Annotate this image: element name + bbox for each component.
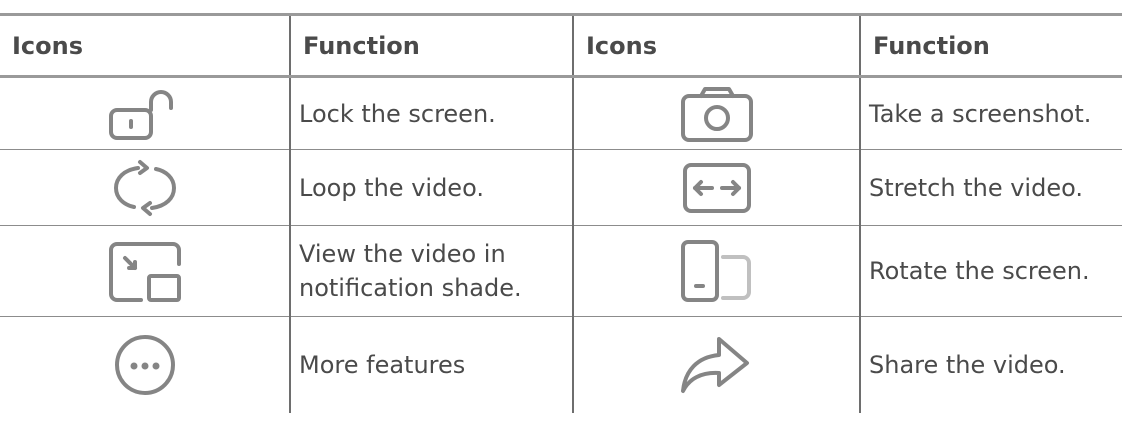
function-text: Share the video. (859, 316, 1122, 413)
table-row: More features Share the video. (0, 316, 1122, 413)
table-row: Loop the video. Stretch the video. (0, 149, 1122, 226)
more-icon (114, 334, 175, 395)
share-icon (680, 336, 749, 393)
unlock-icon (108, 89, 173, 140)
rotate-screen-icon (680, 240, 751, 302)
function-text: Take a screenshot. (859, 76, 1122, 150)
header-function-right: Function (859, 13, 1122, 78)
icon-cell (0, 149, 290, 226)
icons-function-table: Icons Function Icons Function Lock the s… (0, 13, 1122, 413)
picture-in-picture-icon (108, 242, 181, 302)
icon-cell (0, 225, 290, 317)
icon-cell (0, 317, 290, 413)
function-text: View the video in notification shade. (289, 225, 573, 317)
table-header-row: Icons Function Icons Function (0, 13, 1122, 78)
header-icons-right: Icons (572, 13, 860, 78)
camera-icon (680, 86, 753, 142)
stretch-icon (682, 162, 751, 213)
icon-cell (572, 316, 860, 413)
icon-cell (572, 76, 860, 150)
table-row: View the video in notification shade. Ro… (0, 225, 1122, 317)
function-text: Rotate the screen. (859, 225, 1122, 317)
icon-cell (572, 149, 860, 226)
function-text: Stretch the video. (859, 149, 1122, 226)
icon-cell (572, 225, 860, 317)
loop-icon (113, 159, 176, 216)
function-text: More features (289, 316, 573, 413)
icon-cell (0, 76, 290, 150)
header-function-left: Function (289, 13, 573, 78)
function-text: Loop the video. (289, 149, 573, 226)
header-icons-left: Icons (0, 13, 290, 78)
table-row: Lock the screen. Take a screenshot. (0, 76, 1122, 150)
function-text: Lock the screen. (289, 76, 573, 150)
